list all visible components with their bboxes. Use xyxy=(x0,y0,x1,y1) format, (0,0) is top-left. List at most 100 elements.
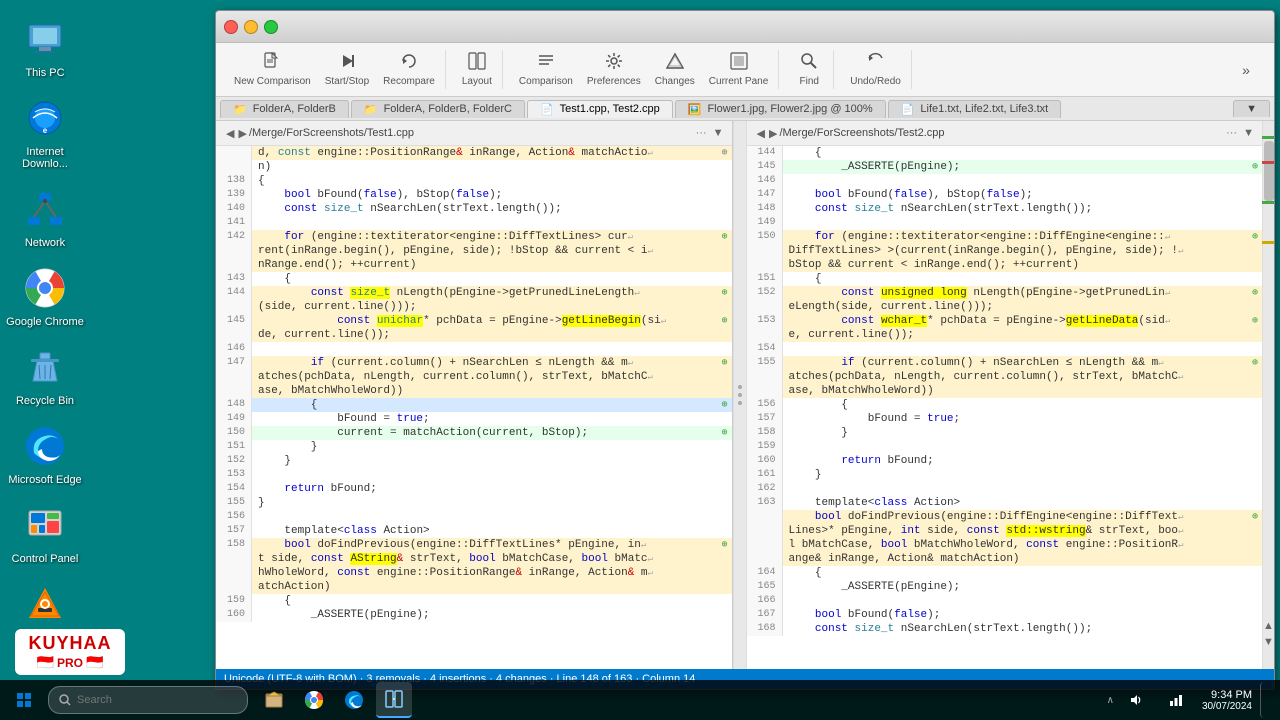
left-nav-forward[interactable]: ▶ xyxy=(238,127,246,140)
taskbar-network-icon[interactable] xyxy=(1158,682,1194,718)
new-comparison-icon xyxy=(263,52,281,75)
taskbar: ∧ 9:34 PM 30/07/2024 xyxy=(0,680,1280,720)
layout-button[interactable]: Layout xyxy=(456,50,498,89)
new-comparison-button[interactable]: New Comparison xyxy=(228,50,317,89)
kuyhaa-text: KUYHAA xyxy=(19,633,121,654)
diff-btn-145[interactable]: ⊕ xyxy=(718,314,732,328)
scrollbar-thumb[interactable] xyxy=(1264,141,1274,201)
diff-btn-r152[interactable]: ⊕ xyxy=(1248,286,1262,300)
diff-scrollbar[interactable]: ▲ ▼ xyxy=(1262,121,1274,669)
comparison-icon xyxy=(537,52,555,75)
taskbar-beyondcompare[interactable] xyxy=(376,682,412,718)
expand-button[interactable]: » xyxy=(1226,60,1266,80)
diff-btn-r150[interactable]: ⊕ xyxy=(1248,230,1262,244)
clock: 9:34 PM 30/07/2024 xyxy=(1202,689,1252,712)
tab-life[interactable]: 📄 Life1.txt, Life2.txt, Life3.txt xyxy=(888,100,1062,118)
desktop-icon-edge[interactable]: Microsoft Edge xyxy=(0,417,90,491)
left-nav-back[interactable]: ◀ xyxy=(226,127,234,140)
desktop-icon-chrome[interactable]: Google Chrome xyxy=(0,259,90,333)
right-nav-back[interactable]: ◀ xyxy=(757,127,765,140)
sys-tray-up[interactable]: ∧ xyxy=(1107,695,1114,706)
changes-button[interactable]: Changes xyxy=(649,50,701,89)
splitter[interactable] xyxy=(733,121,747,669)
toolbar-group-view: Layout xyxy=(452,50,503,89)
toolbar-group-file: New Comparison Start/Stop Recompare xyxy=(224,50,446,89)
changes-icon xyxy=(666,52,684,75)
tab-overflow[interactable]: ▼ xyxy=(1233,100,1270,117)
code-line: 166 xyxy=(747,594,1263,608)
title-bar-buttons xyxy=(224,20,278,34)
desktop-icon-internet[interactable]: e Internet Downlo... xyxy=(0,89,90,175)
current-pane-button[interactable]: Current Pane xyxy=(703,50,774,89)
diff-btn-r145[interactable]: ⊕ xyxy=(1248,160,1262,174)
left-pane-down[interactable]: ▼ xyxy=(713,127,724,139)
tab-life-label: Life1.txt, Life2.txt, Life3.txt xyxy=(920,103,1048,115)
code-line: 160 _ASSERTE(pEngine); xyxy=(216,608,732,622)
diff-btn-r153[interactable]: ⊕ xyxy=(1248,314,1262,328)
find-button[interactable]: Find xyxy=(789,50,829,89)
diff-indicator-removed xyxy=(1262,161,1274,164)
chrome-label: Google Chrome xyxy=(6,316,84,328)
diff-btn-r155[interactable]: ⊕ xyxy=(1248,356,1262,370)
left-ellipsis[interactable]: ··· xyxy=(696,127,707,139)
diff-btn-144[interactable]: ⊕ xyxy=(718,286,732,300)
toolbar-group-find: Find xyxy=(785,50,834,89)
desktop-icon-recycle[interactable]: Recycle Bin xyxy=(0,338,90,412)
diff-btn-147[interactable]: ⊕ xyxy=(718,356,732,370)
taskbar-edge[interactable] xyxy=(336,682,372,718)
folder-abc-icon: 📁 xyxy=(364,103,378,116)
code-line: 157 bFound = true; xyxy=(747,412,1263,426)
tab-folder-abc[interactable]: 📁 FolderA, FolderB, FolderC xyxy=(351,100,525,118)
tab-test-files[interactable]: 📄 Test1.cpp, Test2.cpp xyxy=(527,100,673,118)
sys-tray: ∧ xyxy=(1107,682,1194,718)
tab-flower[interactable]: 🖼️ Flower1.jpg, Flower2.jpg @ 100% xyxy=(675,100,886,118)
desktop-icon-thispc[interactable]: This PC xyxy=(0,10,90,84)
code-line: 143 { xyxy=(216,272,732,286)
code-line: 152 const unsigned long nLength(pEngine-… xyxy=(747,286,1263,300)
taskbar-explorer[interactable] xyxy=(256,682,292,718)
diff-expand-btn[interactable]: ⊕ xyxy=(718,146,732,160)
toolbar-group-compare: Comparison Preferences Changes xyxy=(509,50,779,89)
close-button[interactable] xyxy=(224,20,238,34)
taskbar-search-box[interactable] xyxy=(48,686,248,714)
code-line: 163 template<class Action> xyxy=(747,496,1263,510)
start-button[interactable] xyxy=(4,680,44,720)
desktop-icon-controlpanel[interactable]: Control Panel xyxy=(0,496,90,570)
code-line: Lines>* pEngine, int side, const std::ws… xyxy=(747,524,1263,538)
right-nav-forward[interactable]: ▶ xyxy=(769,127,777,140)
diff-btn-148[interactable]: ⊕ xyxy=(718,398,732,412)
clock-time: 9:34 PM xyxy=(1202,689,1252,701)
minimize-button[interactable] xyxy=(244,20,258,34)
taskbar-chrome[interactable] xyxy=(296,682,332,718)
tab-folder-ab[interactable]: 📁 FolderA, FolderB xyxy=(220,100,349,118)
scrollbar-down-btn[interactable]: ▼ xyxy=(1262,635,1275,649)
undo-redo-button[interactable]: Undo/Redo xyxy=(844,50,907,89)
clock-date: 30/07/2024 xyxy=(1202,701,1252,712)
comparison-button[interactable]: Comparison xyxy=(513,50,579,89)
startStop-button[interactable]: Start/Stop xyxy=(319,50,375,89)
title-bar xyxy=(216,11,1274,43)
scrollbar-up-btn[interactable]: ▲ xyxy=(1262,619,1275,633)
code-line: rent(inRange.begin(), pEngine, side); !b… xyxy=(216,244,732,258)
code-line: atchAction) xyxy=(216,580,732,594)
diff-btn[interactable]: ⊕ xyxy=(718,230,732,244)
diff-btn-r163[interactable]: ⊕ xyxy=(1248,510,1262,524)
code-line: atches(pchData, nLength, current.column(… xyxy=(747,370,1263,384)
diff-btn-150[interactable]: ⊕ xyxy=(718,426,732,440)
maximize-button[interactable] xyxy=(264,20,278,34)
taskbar-show-desktop[interactable] xyxy=(1260,682,1268,718)
desktop-icon-network[interactable]: Network xyxy=(0,180,90,254)
right-pane-down[interactable]: ▼ xyxy=(1243,127,1254,139)
right-code-container[interactable]: 144 { 145 _ASSERTE(pEngine); ⊕ 146 xyxy=(747,146,1263,669)
recompare-button[interactable]: Recompare xyxy=(377,50,441,89)
taskbar-search-input[interactable] xyxy=(77,694,217,706)
tab-folder-abc-label: FolderA, FolderB, FolderC xyxy=(384,103,512,115)
diff-indicator-added xyxy=(1262,136,1274,139)
current-pane-icon xyxy=(730,52,748,75)
preferences-label: Preferences xyxy=(587,76,641,87)
right-ellipsis[interactable]: ··· xyxy=(1226,127,1237,139)
diff-btn-158[interactable]: ⊕ xyxy=(718,538,732,552)
left-code-container[interactable]: d, const engine::PositionRange& inRange,… xyxy=(216,146,732,669)
preferences-button[interactable]: Preferences xyxy=(581,50,647,89)
taskbar-speaker[interactable] xyxy=(1118,682,1154,718)
